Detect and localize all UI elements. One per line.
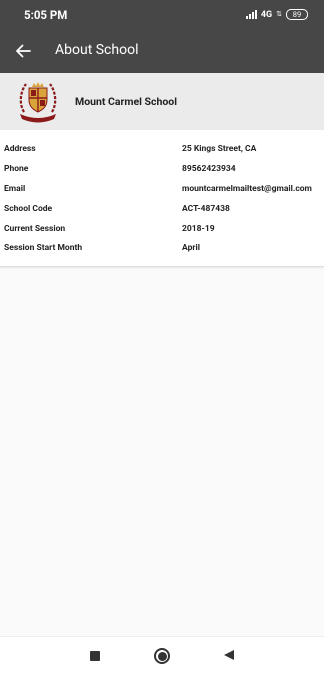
page-title: About School bbox=[55, 42, 139, 58]
detail-value: ACT-487438 bbox=[182, 204, 230, 214]
square-icon[interactable] bbox=[90, 651, 100, 661]
detail-value: 25 Kings Street, CA bbox=[182, 144, 257, 154]
system-nav-bar bbox=[0, 636, 324, 675]
school-crest-icon bbox=[19, 82, 57, 123]
detail-label: Email bbox=[4, 184, 26, 194]
detail-row-school-code: School Code ACT-487438 bbox=[0, 204, 324, 224]
status-time: 5:05 PM bbox=[24, 8, 68, 22]
detail-label: Phone bbox=[4, 164, 29, 174]
status-bar: 5:05 PM 4G ⇅ 89 bbox=[0, 0, 324, 30]
detail-row-email: Email mountcarmelmailtest@gmail.com bbox=[0, 184, 324, 204]
network-type: 4G bbox=[260, 9, 273, 20]
detail-row-address: Address 25 Kings Street, CA bbox=[0, 144, 324, 164]
battery-icon: 89 bbox=[286, 9, 308, 20]
arrow-left-icon bbox=[16, 44, 31, 58]
detail-value: mountcarmelmailtest@gmail.com bbox=[182, 184, 312, 194]
signal-icon bbox=[245, 10, 257, 19]
app-bar: About School bbox=[0, 30, 324, 73]
school-name: Mount Carmel School bbox=[75, 95, 177, 108]
detail-label: Current Session bbox=[4, 224, 66, 234]
circle-icon[interactable] bbox=[154, 648, 170, 664]
detail-label: Session Start Month bbox=[4, 243, 83, 253]
school-header: Mount Carmel School bbox=[0, 73, 324, 130]
school-details: Address 25 Kings Street, CA Phone 895624… bbox=[0, 130, 324, 267]
detail-value: 89562423934 bbox=[182, 164, 236, 174]
detail-value: 2018-19 bbox=[182, 224, 215, 234]
detail-label: School Code bbox=[4, 204, 53, 214]
status-indicators: 4G ⇅ 89 bbox=[245, 9, 308, 20]
detail-label: Address bbox=[4, 144, 36, 154]
detail-row-current-session: Current Session 2018-19 bbox=[0, 224, 324, 244]
home-dot bbox=[157, 651, 167, 661]
triangle-back-icon[interactable] bbox=[223, 649, 235, 661]
back-button[interactable] bbox=[10, 38, 36, 64]
detail-row-session-start-month: Session Start Month April bbox=[0, 243, 324, 263]
data-transfer-icon: ⇅ bbox=[276, 10, 282, 18]
detail-value: April bbox=[182, 243, 200, 253]
detail-row-phone: Phone 89562423934 bbox=[0, 164, 324, 184]
